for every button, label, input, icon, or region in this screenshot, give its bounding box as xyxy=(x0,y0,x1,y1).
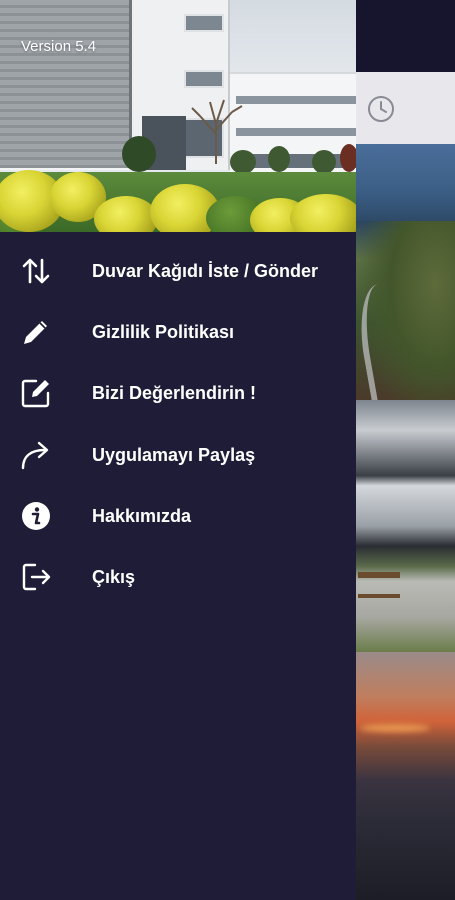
menu-item-label: Çıkış xyxy=(92,566,136,587)
app-toolbar xyxy=(356,0,455,72)
navigation-drawer: Version 5.4 Duvar Kağıdı İste / Gönder G… xyxy=(0,0,356,900)
pencil-icon xyxy=(18,314,54,350)
menu-item-label: Gizlilik Politikası xyxy=(92,321,235,342)
menu-item-label: Bizi Değerlendirin ! xyxy=(92,382,257,403)
menu-item-privacy-policy[interactable]: Gizlilik Politikası xyxy=(0,301,356,363)
menu-item-label: Hakkımızda xyxy=(92,505,192,526)
menu-item-exit[interactable]: Çıkış xyxy=(0,546,356,608)
wallpaper-thumbnail[interactable] xyxy=(356,400,455,652)
clock-icon[interactable] xyxy=(366,94,396,124)
info-icon xyxy=(18,498,54,534)
menu-item-about-us[interactable]: Hakkımızda xyxy=(0,485,356,547)
menu-item-rate-us[interactable]: Bizi Değerlendirin ! xyxy=(0,362,356,424)
menu-item-label: Duvar Kağıdı İste / Gönder xyxy=(92,260,319,281)
edit-square-icon xyxy=(18,375,54,411)
swap-vertical-icon xyxy=(18,253,54,289)
wallpaper-thumbnail[interactable] xyxy=(356,144,455,400)
menu-item-share-app[interactable]: Uygulamayı Paylaş xyxy=(0,424,356,486)
share-arrow-icon xyxy=(18,437,54,473)
version-label: Version 5.4 xyxy=(21,38,97,55)
logout-icon xyxy=(18,559,54,595)
menu-item-wallpaper-request[interactable]: Duvar Kağıdı İste / Gönder xyxy=(0,240,356,302)
drawer-header-image: Version 5.4 xyxy=(0,0,356,232)
wallpaper-thumbnail[interactable] xyxy=(356,652,455,900)
menu-item-label: Uygulamayı Paylaş xyxy=(92,444,256,465)
